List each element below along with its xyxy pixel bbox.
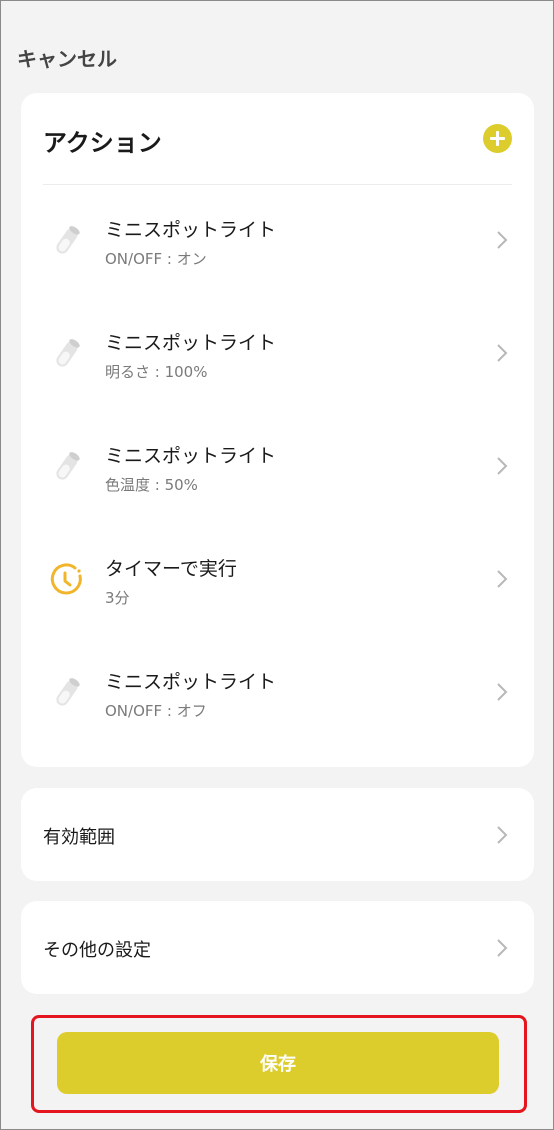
- action-item-timer[interactable]: タイマーで実行 3分: [21, 524, 534, 637]
- actions-card: アクション ミニスポットライト ON/OFF : オン ミニスポットライト 明る…: [21, 93, 534, 767]
- action-item-subtitle: 色温度 : 50%: [105, 476, 198, 494]
- chevron-right-icon: [497, 826, 508, 844]
- spotlight-icon: [56, 678, 80, 706]
- cancel-button[interactable]: キャンセル: [17, 43, 117, 72]
- action-item-spotlight-on[interactable]: ミニスポットライト ON/OFF : オン: [21, 185, 534, 298]
- effective-range-label: 有効範囲: [43, 827, 115, 848]
- save-button[interactable]: 保存: [57, 1032, 499, 1094]
- chevron-right-icon: [497, 939, 508, 957]
- spotlight-icon: [56, 452, 80, 480]
- action-item-title: ミニスポットライト: [105, 671, 277, 693]
- effective-range-row[interactable]: 有効範囲: [21, 788, 534, 881]
- action-item-spotlight-off[interactable]: ミニスポットライト ON/OFF : オフ: [21, 637, 534, 750]
- chevron-right-icon: [497, 457, 508, 475]
- action-item-subtitle: ON/OFF : オフ: [105, 702, 207, 720]
- action-item-title: ミニスポットライト: [105, 219, 277, 241]
- spotlight-icon: [56, 226, 80, 254]
- chevron-right-icon: [497, 344, 508, 362]
- action-item-title: タイマーで実行: [105, 558, 237, 580]
- chevron-right-icon: [497, 231, 508, 249]
- timer-icon: [50, 563, 82, 595]
- spotlight-icon: [56, 339, 80, 367]
- add-action-button[interactable]: [483, 124, 512, 153]
- other-settings-row[interactable]: その他の設定: [21, 901, 534, 994]
- action-item-subtitle: 明るさ : 100%: [105, 363, 208, 381]
- action-item-spotlight-brightness[interactable]: ミニスポットライト 明るさ : 100%: [21, 298, 534, 411]
- actions-header: アクション: [43, 93, 512, 185]
- chevron-right-icon: [497, 570, 508, 588]
- actions-title: アクション: [43, 129, 162, 157]
- other-settings-label: その他の設定: [43, 940, 151, 961]
- chevron-right-icon: [497, 683, 508, 701]
- action-item-title: ミニスポットライト: [105, 445, 277, 467]
- action-item-spotlight-color-temp[interactable]: ミニスポットライト 色温度 : 50%: [21, 411, 534, 524]
- action-item-subtitle: ON/OFF : オン: [105, 250, 207, 268]
- action-item-subtitle: 3分: [105, 589, 130, 607]
- action-item-title: ミニスポットライト: [105, 332, 277, 354]
